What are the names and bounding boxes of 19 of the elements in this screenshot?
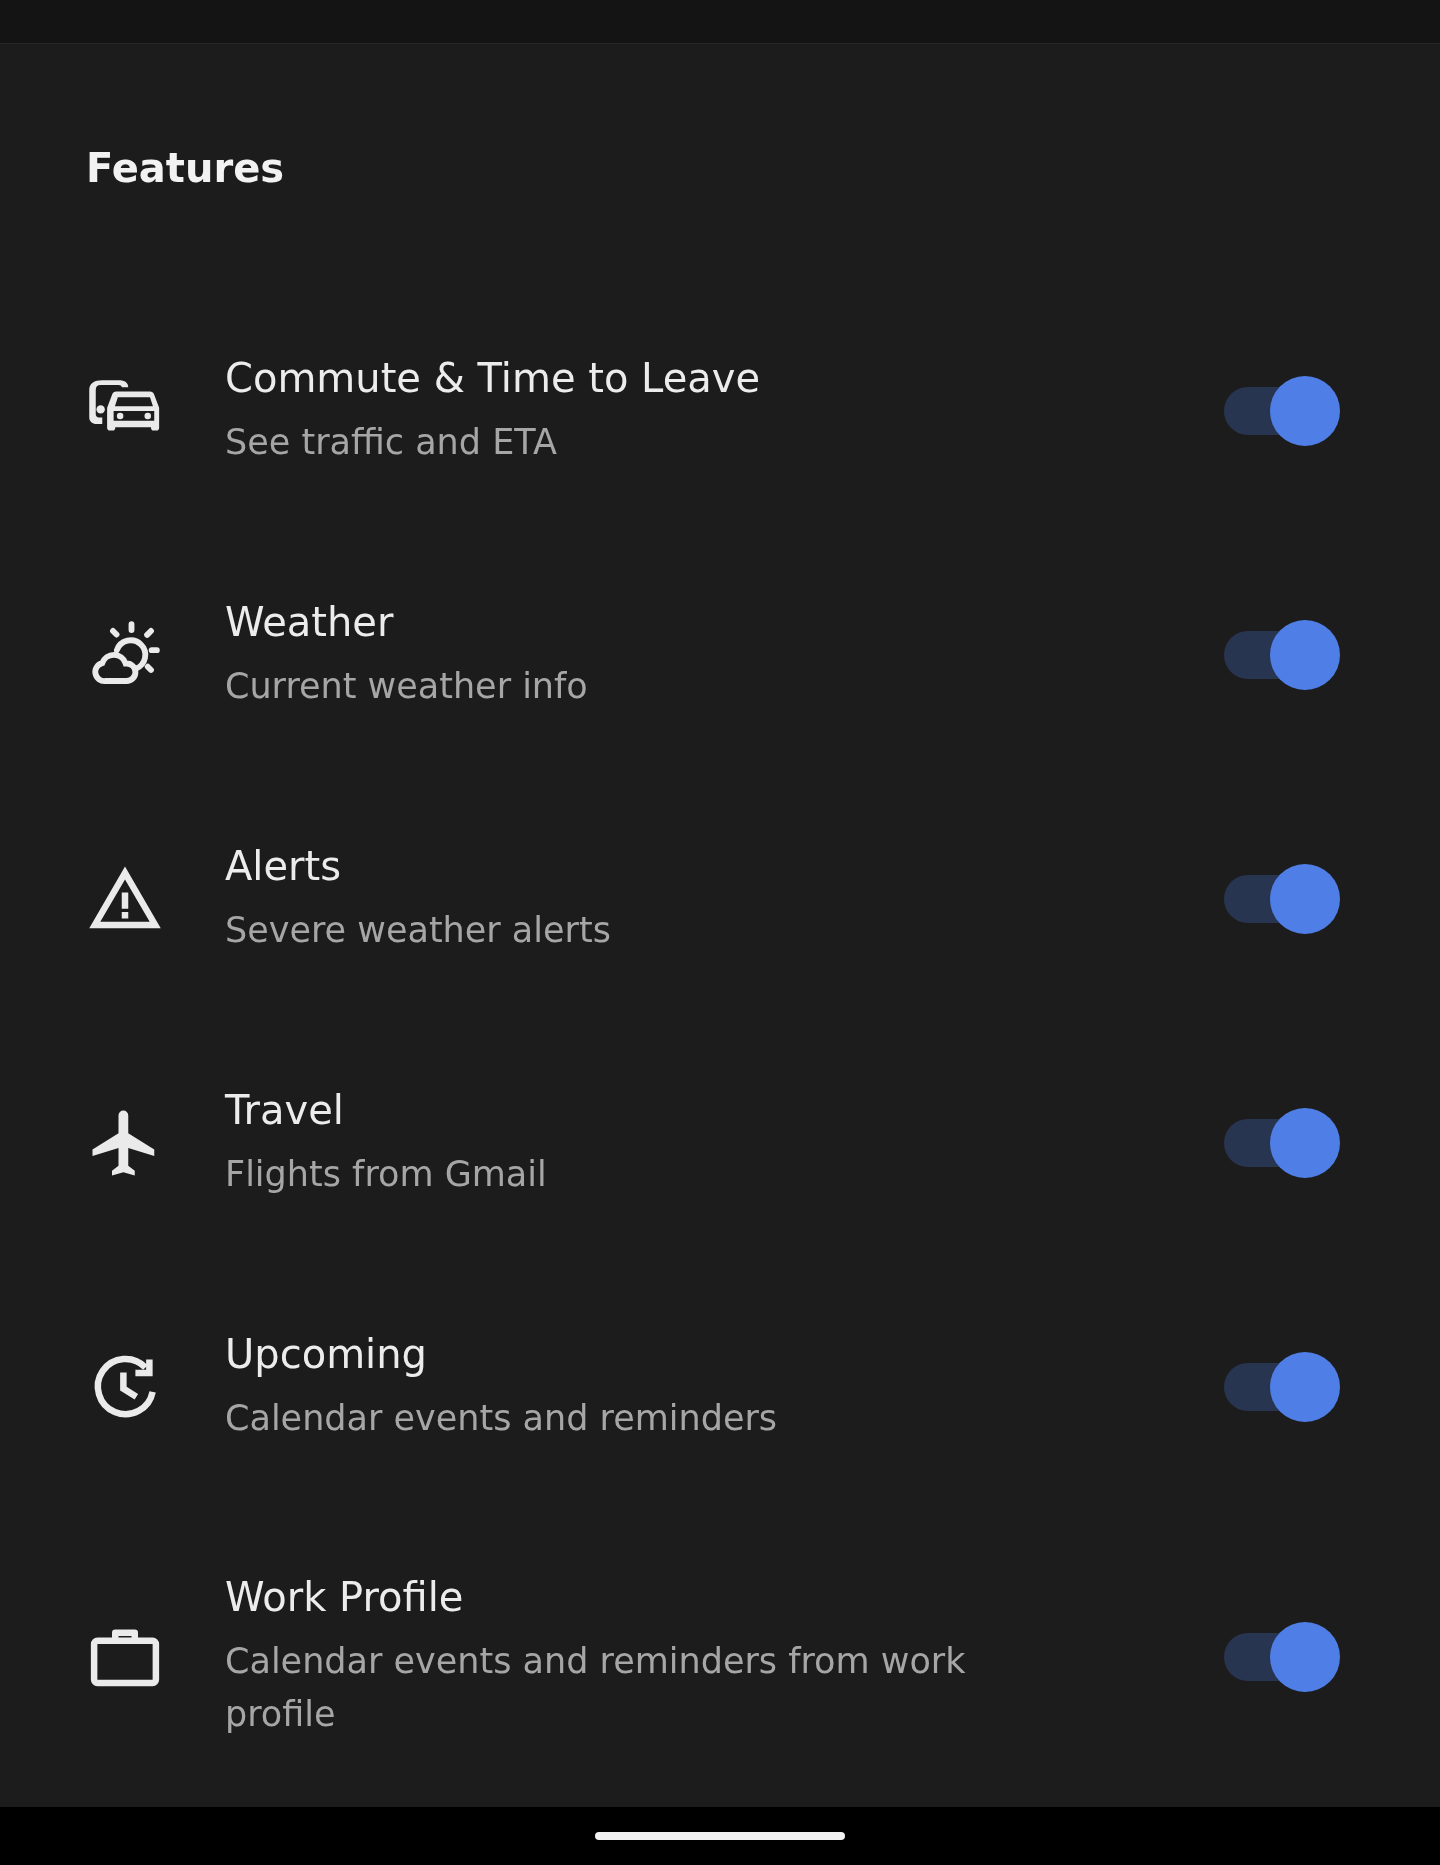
feature-title: Weather	[225, 597, 395, 646]
feature-title: Commute & Time to Leave	[225, 353, 762, 402]
feature-title: Work Profile	[225, 1573, 465, 1621]
feature-description: Calendar events and reminders	[225, 1396, 779, 1440]
toggle-switch[interactable]	[1224, 620, 1340, 690]
section-title: Features	[86, 144, 286, 193]
toggle-switch[interactable]	[1224, 1352, 1340, 1422]
toggle-switch[interactable]	[1224, 1108, 1340, 1178]
toggle-switch[interactable]	[1224, 1622, 1340, 1692]
feature-description: Calendar events and reminders from work profile	[225, 1640, 967, 1736]
feature-title: Travel	[225, 1085, 345, 1134]
feature-description: Severe weather alerts	[225, 908, 612, 952]
feature-description: Flights from Gmail	[225, 1152, 548, 1196]
feature-description: See traffic and ETA	[225, 420, 558, 464]
feature-title: Alerts	[225, 841, 343, 890]
feature-description: Current weather info	[225, 664, 589, 708]
feature-title: Upcoming	[225, 1329, 428, 1378]
toggle-switch[interactable]	[1224, 376, 1340, 446]
toggle-switch[interactable]	[1224, 864, 1340, 934]
